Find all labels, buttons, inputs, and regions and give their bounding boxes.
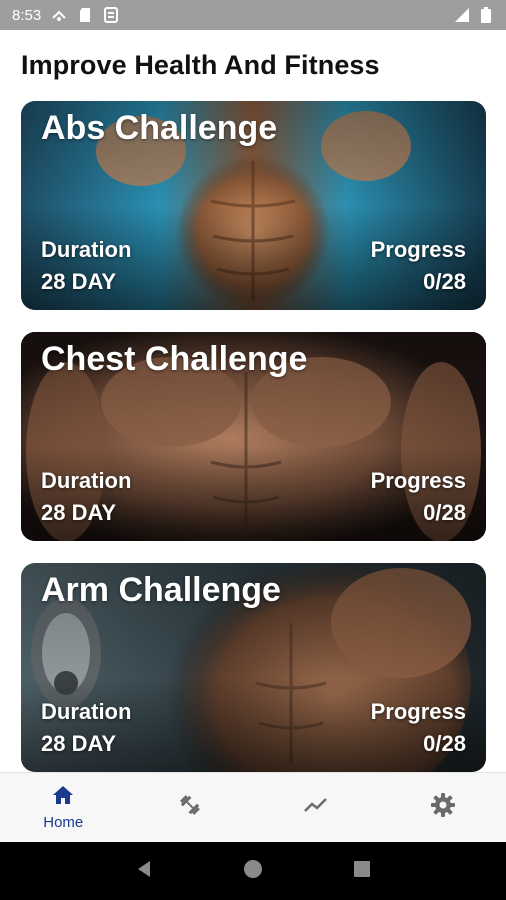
progress-block: Progress 0/28 — [371, 234, 466, 298]
duration-value: 28 DAY — [41, 269, 117, 294]
nav-item-workouts[interactable] — [127, 773, 254, 842]
home-circle-icon[interactable] — [243, 859, 263, 884]
settings-icon — [430, 792, 456, 823]
progress-block: Progress 0/28 — [371, 696, 466, 760]
progress-label: Progress — [370, 468, 466, 493]
card-title: Abs Challenge — [41, 109, 278, 147]
progress-value: 0/28 — [423, 269, 466, 294]
progress-block: Progress 0/28 — [371, 465, 466, 529]
wifi-settings-icon — [51, 7, 67, 23]
bottom-navigation: Home — [0, 772, 506, 842]
status-bar: 8:53 — [0, 0, 506, 30]
system-navigation-bar — [0, 842, 506, 900]
progress-label: Progress — [370, 237, 466, 262]
duration-block: Duration 28 DAY — [41, 465, 131, 529]
card-title: Chest Challenge — [41, 340, 308, 378]
nav-item-progress[interactable] — [253, 773, 380, 842]
progress-value: 0/28 — [423, 731, 466, 756]
trending-icon — [303, 796, 329, 819]
duration-value: 28 DAY — [41, 731, 117, 756]
nav-label-home: Home — [43, 814, 84, 831]
battery-icon — [478, 7, 494, 23]
progress-value: 0/28 — [423, 500, 466, 525]
duration-block: Duration 28 DAY — [41, 696, 131, 760]
challenge-card-chest[interactable]: Chest Challenge Duration 28 DAY Progress… — [21, 332, 486, 541]
recents-icon[interactable] — [352, 859, 372, 884]
status-time: 8:53 — [12, 6, 42, 24]
home-icon — [51, 784, 75, 811]
challenge-card-arm[interactable]: Arm Challenge Duration 28 DAY Progress 0… — [21, 563, 486, 772]
duration-label: Duration — [41, 468, 132, 493]
duration-block: Duration 28 DAY — [41, 234, 131, 298]
dumbbell-icon — [177, 792, 203, 823]
nav-item-home[interactable]: Home — [0, 773, 127, 842]
progress-label: Progress — [370, 699, 466, 724]
duration-label: Duration — [41, 237, 132, 262]
card-title: Arm Challenge — [41, 571, 281, 609]
signal-icon — [454, 7, 470, 23]
sync-icon — [103, 7, 119, 23]
nav-item-settings[interactable] — [380, 773, 506, 842]
duration-label: Duration — [41, 699, 132, 724]
challenge-card-abs[interactable]: Abs Challenge Duration 28 DAY Progress 0… — [21, 101, 486, 310]
page-title: Improve Health And Fitness — [21, 50, 380, 80]
duration-value: 28 DAY — [41, 500, 117, 525]
sd-card-icon — [77, 7, 93, 23]
back-icon[interactable] — [134, 859, 154, 884]
